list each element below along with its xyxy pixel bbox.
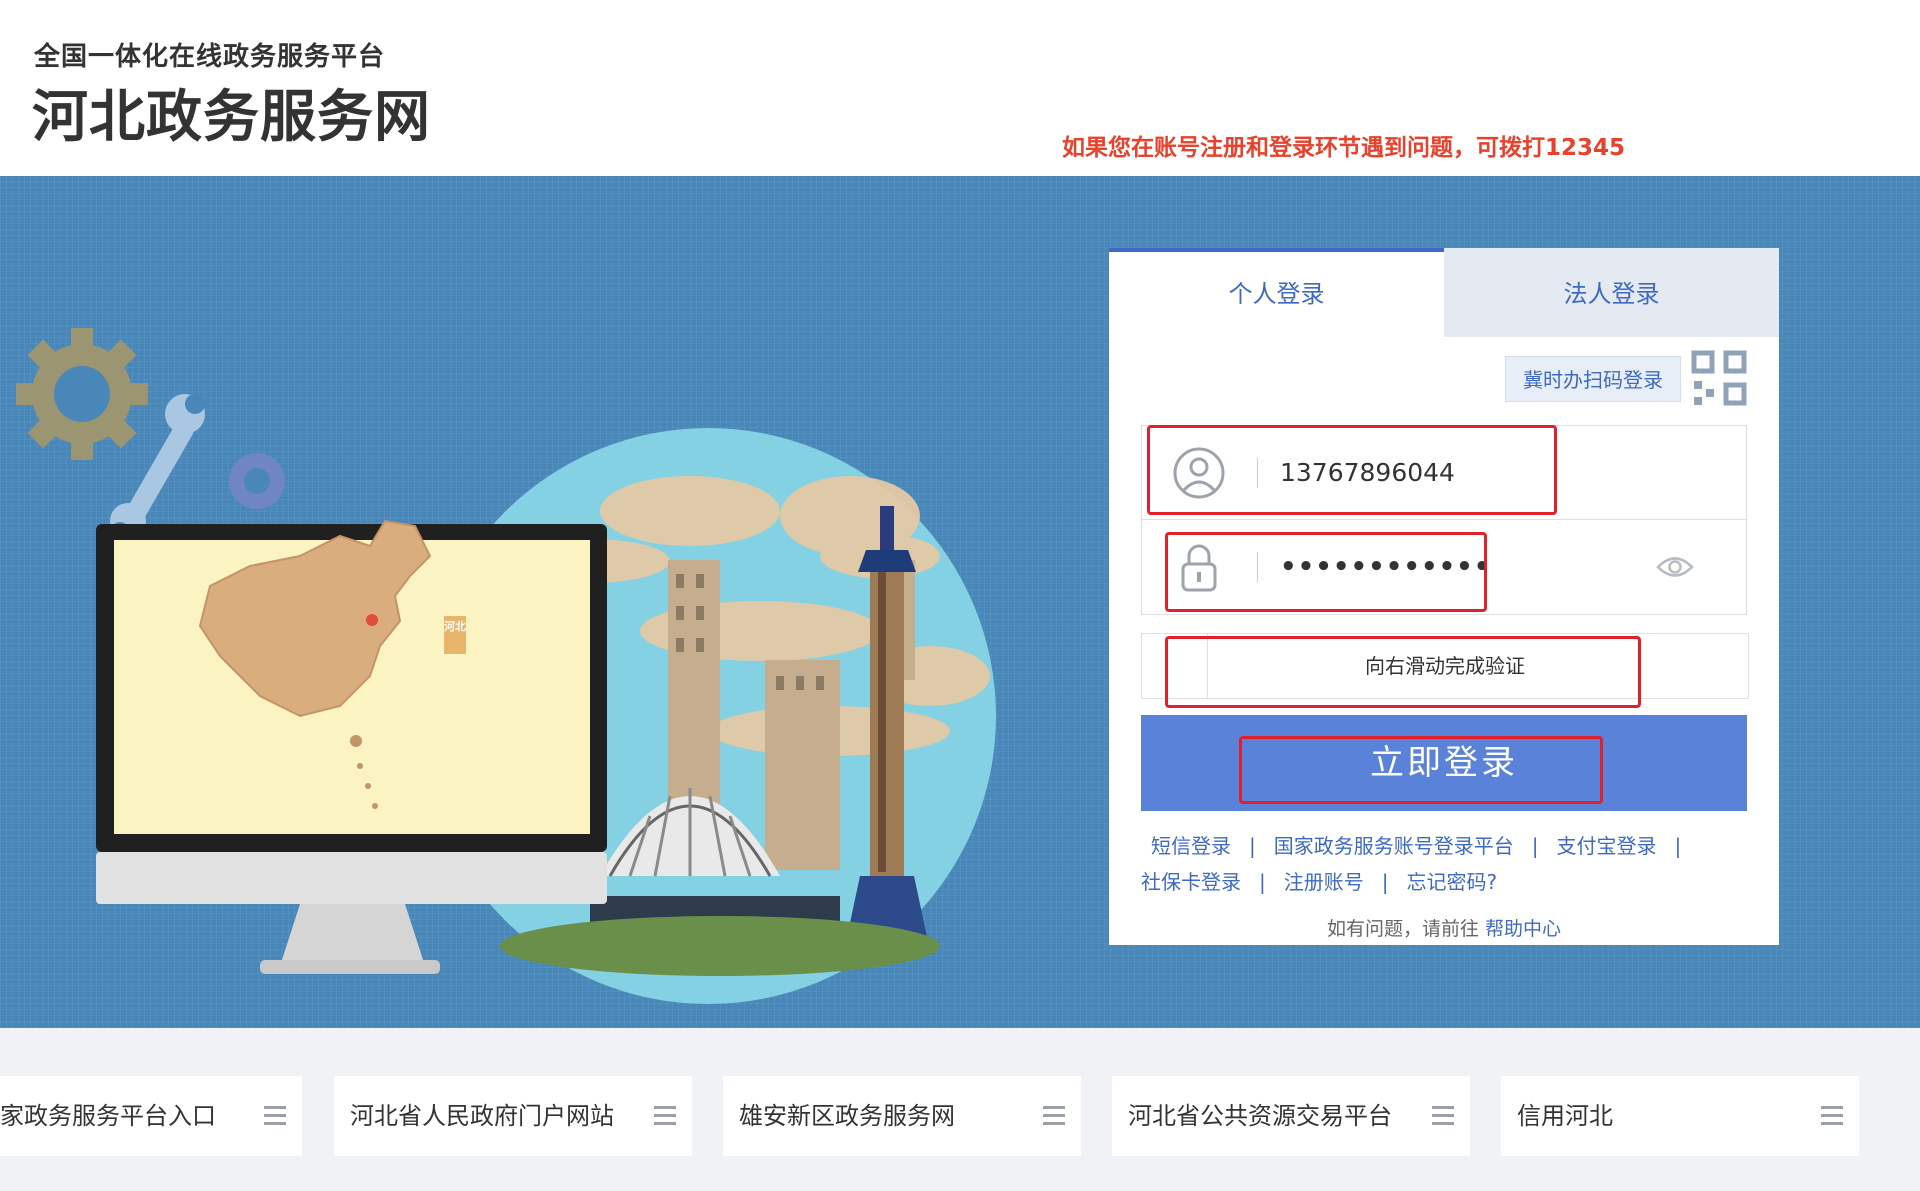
login-tabs: 个人登录 法人登录 <box>1109 248 1779 337</box>
footer-link-label: 信用河北 <box>1517 1102 1613 1130</box>
national-login-link[interactable]: 国家政务服务账号登录平台 <box>1274 834 1514 858</box>
footer-link-public-resources[interactable]: 河北省公共资源交易平台 <box>1112 1076 1470 1156</box>
brand-title[interactable]: 河北政务服务网 <box>32 72 431 153</box>
help-prefix: 如有问题，请前往 <box>1326 918 1479 940</box>
footer-link-label: 河北省人民政府门户网站 <box>350 1102 614 1130</box>
footer-link-xiongan[interactable]: 雄安新区政务服务网 <box>723 1076 1081 1156</box>
qr-code-icon[interactable] <box>1690 349 1748 407</box>
map-badge: 河北 <box>444 620 466 633</box>
menu-icon <box>1043 1106 1065 1125</box>
gear-icon <box>16 328 148 460</box>
hero-banner: 河北 个人登录 法人登录 冀时办扫码登录 13767896044 •••••••… <box>0 176 1920 1028</box>
qr-login-button[interactable]: 冀时办扫码登录 <box>1505 356 1681 402</box>
site-header: 全国一体化在线政务服务平台 河北政务服务网 如果您在账号注册和登录环节遇到问题，… <box>0 0 1920 176</box>
hotline-notice: 如果您在账号注册和登录环节遇到问题，可拨打12345 <box>1062 135 1626 161</box>
annotation-box <box>1165 532 1487 612</box>
social-card-login-link[interactable]: 社保卡登录 <box>1141 870 1241 894</box>
footer-link-label: 雄安新区政务服务网 <box>739 1102 955 1130</box>
menu-icon <box>264 1106 286 1125</box>
alt-login-links: 短信登录 | 国家政务服务账号登录平台 | 支付宝登录 | 社保卡登录 | 注册账号 | 忘记密码… <box>1141 834 1682 894</box>
annotation-box <box>1239 736 1603 804</box>
footer-link-label: 家政务服务平台入口 <box>0 1102 216 1130</box>
help-center-link[interactable]: 帮助中心 <box>1485 918 1561 940</box>
menu-icon <box>654 1106 676 1125</box>
register-link[interactable]: 注册账号 <box>1284 870 1364 894</box>
footer-link-label: 河北省公共资源交易平台 <box>1128 1102 1392 1130</box>
login-panel: 个人登录 法人登录 冀时办扫码登录 13767896044 ••••••••••… <box>1109 248 1779 945</box>
sms-login-link[interactable]: 短信登录 <box>1151 834 1231 858</box>
brand-subtitle: 全国一体化在线政务服务平台 <box>34 42 386 72</box>
alipay-login-link[interactable]: 支付宝登录 <box>1557 834 1657 858</box>
eye-icon[interactable] <box>1656 552 1694 582</box>
footer-links-bar: 家政务服务平台入口 河北省人民政府门户网站 雄安新区政务服务网 河北省公共资源交… <box>0 1028 1920 1191</box>
annotation-box <box>1165 636 1641 708</box>
footer-link-hebei-gov[interactable]: 河北省人民政府门户网站 <box>334 1076 692 1156</box>
location-pin-icon <box>366 614 378 626</box>
annotation-box <box>1147 425 1557 515</box>
tab-personal-login[interactable]: 个人登录 <box>1109 248 1444 337</box>
menu-icon <box>1821 1106 1843 1125</box>
hero-illustration <box>16 328 996 1004</box>
help-line: 如有问题，请前往 帮助中心 <box>1109 914 1779 941</box>
menu-icon <box>1432 1106 1454 1125</box>
footer-link-national-platform[interactable]: 家政务服务平台入口 <box>0 1076 302 1156</box>
footer-link-credit-hebei[interactable]: 信用河北 <box>1501 1076 1859 1156</box>
tab-legal-login[interactable]: 法人登录 <box>1444 248 1779 337</box>
forgot-password-link[interactable]: 忘记密码? <box>1407 870 1498 894</box>
small-gear-icon <box>229 453 285 509</box>
